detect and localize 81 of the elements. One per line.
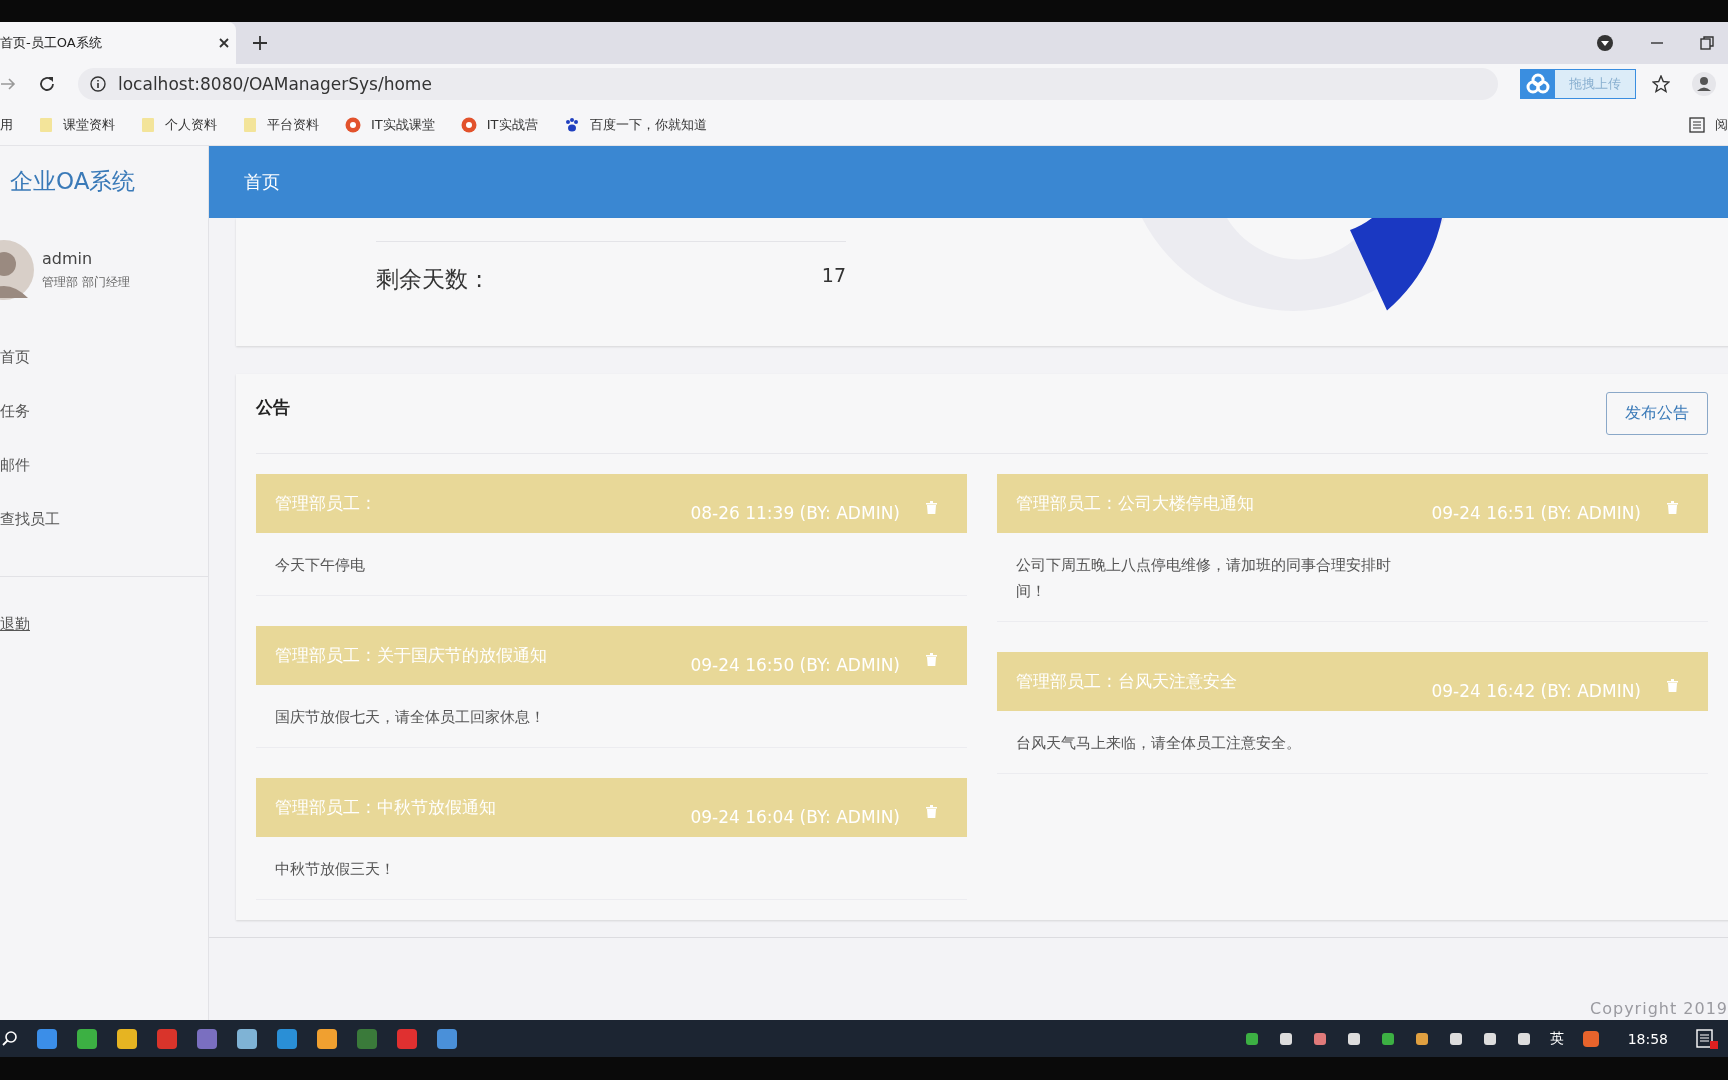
close-icon[interactable] bbox=[218, 37, 230, 49]
notice-title: 管理部员工 : bbox=[275, 492, 373, 515]
publish-button[interactable]: 发布公告 bbox=[1606, 392, 1708, 435]
app-icon[interactable] bbox=[76, 1027, 98, 1050]
folder-icon bbox=[39, 116, 53, 133]
forward-icon[interactable] bbox=[0, 76, 16, 92]
app-icon[interactable] bbox=[236, 1027, 258, 1050]
bookmark[interactable]: 用 bbox=[0, 115, 13, 134]
notice-body: 公司下周五晚上八点停电维修，请加班的同事合理安排时间！ bbox=[1015, 555, 1392, 602]
notice-time: 08-26 11:39 (BY: ADMIN) bbox=[690, 502, 900, 523]
bookmark[interactable]: IT实战营 bbox=[460, 115, 538, 134]
tray-icon[interactable] bbox=[1311, 1030, 1328, 1047]
section-title: 公告 bbox=[256, 396, 290, 419]
notice-title: 管理部员工 : 公司大楼停电通知 bbox=[1016, 492, 1255, 515]
app-icon[interactable] bbox=[196, 1027, 218, 1050]
tray-icon[interactable] bbox=[1277, 1030, 1294, 1047]
input-method-indicator[interactable]: 英 bbox=[1549, 1029, 1564, 1048]
search-icon[interactable] bbox=[2, 1030, 18, 1047]
notice-body: 国庆节放假七天，请全体员工回家休息！ bbox=[274, 707, 546, 728]
dropdown-icon[interactable] bbox=[1596, 34, 1614, 52]
nav-item[interactable]: 任务 bbox=[0, 384, 208, 438]
tray-icon[interactable] bbox=[1413, 1030, 1430, 1047]
star-icon[interactable] bbox=[1652, 75, 1670, 93]
notice-time: 09-24 16:04 (BY: ADMIN) bbox=[690, 806, 900, 827]
reload-icon[interactable] bbox=[38, 75, 56, 93]
tray-icon[interactable] bbox=[1243, 1030, 1260, 1047]
notice-body: 中秋节放假三天！ bbox=[274, 859, 396, 880]
folder-icon bbox=[243, 116, 257, 133]
page-title: 首页 bbox=[244, 170, 280, 194]
reading-list-button[interactable]: 阅 bbox=[1689, 115, 1728, 134]
info-icon[interactable] bbox=[90, 76, 106, 92]
user-role: 管理部 部门经理 bbox=[42, 274, 130, 291]
tray-icon[interactable] bbox=[1515, 1030, 1532, 1047]
copyright: Copyright 2019 bbox=[1590, 999, 1728, 1018]
cloud-icon bbox=[1521, 70, 1555, 98]
app-icon[interactable] bbox=[156, 1027, 178, 1050]
nav-item[interactable]: 邮件 bbox=[0, 438, 208, 492]
brand-title: 企业OA系统 bbox=[9, 167, 137, 196]
new-tab-icon[interactable] bbox=[252, 35, 268, 51]
app-icon[interactable] bbox=[36, 1027, 58, 1050]
site-icon bbox=[345, 116, 361, 133]
app-icon[interactable] bbox=[1581, 1029, 1600, 1048]
bookmark[interactable]: 百度一下，你就知道 bbox=[563, 115, 707, 134]
nav-item[interactable]: 查找员工 bbox=[0, 492, 208, 546]
stat-label: 剩余天数 : bbox=[376, 265, 484, 294]
user-name: admin bbox=[42, 249, 94, 268]
app-icon[interactable] bbox=[276, 1027, 298, 1050]
notice-body: 今天下午停电 bbox=[274, 555, 366, 576]
profile-icon[interactable] bbox=[1692, 72, 1716, 96]
site-icon bbox=[460, 116, 477, 133]
list-icon bbox=[1689, 116, 1705, 133]
notice-title: 管理部员工 : 关于国庆节的放假通知 bbox=[275, 644, 548, 667]
notice-time: 09-24 16:42 (BY: ADMIN) bbox=[1431, 680, 1641, 701]
clock[interactable]: 18:58 bbox=[1627, 1030, 1668, 1047]
tray-icon[interactable] bbox=[1379, 1030, 1396, 1047]
bookmark[interactable]: 平台资料 bbox=[243, 115, 319, 134]
bookmark[interactable]: 课堂资料 bbox=[39, 115, 115, 134]
notice-body: 台风天气马上来临，请全体员工注意安全。 bbox=[1015, 733, 1302, 754]
logout-link[interactable]: 退勤 bbox=[0, 597, 208, 651]
bookmark[interactable]: IT实战课堂 bbox=[345, 115, 435, 134]
tray-icon[interactable] bbox=[1481, 1030, 1498, 1047]
tray-icon[interactable] bbox=[1447, 1030, 1464, 1047]
tray-icon[interactable] bbox=[1345, 1030, 1362, 1047]
address-field[interactable]: localhost:8080/OAManagerSys/home bbox=[78, 68, 1498, 100]
bookmark[interactable]: 个人资料 bbox=[141, 115, 217, 134]
notice-time: 09-24 16:51 (BY: ADMIN) bbox=[1431, 502, 1641, 523]
notification-icon[interactable] bbox=[1696, 1028, 1718, 1049]
nav-item[interactable]: 首页 bbox=[0, 330, 208, 384]
app-icon[interactable] bbox=[436, 1027, 458, 1050]
notice-title: 管理部员工 : 中秋节放假通知 bbox=[275, 796, 497, 819]
app-icon[interactable] bbox=[396, 1027, 418, 1050]
folder-icon bbox=[141, 116, 155, 133]
app-icon[interactable] bbox=[316, 1027, 338, 1050]
notice-time: 09-24 16:50 (BY: ADMIN) bbox=[690, 654, 900, 675]
stat-value: 17 bbox=[821, 264, 846, 288]
app-icon[interactable] bbox=[116, 1027, 138, 1050]
notice-title: 管理部员工 : 台风天注意安全 bbox=[1016, 670, 1238, 693]
restore-icon[interactable] bbox=[1700, 36, 1714, 50]
browser-tab[interactable]: 首页-员工OA系统 bbox=[0, 22, 236, 64]
paw-icon bbox=[563, 116, 580, 133]
avatar-icon bbox=[0, 240, 34, 300]
